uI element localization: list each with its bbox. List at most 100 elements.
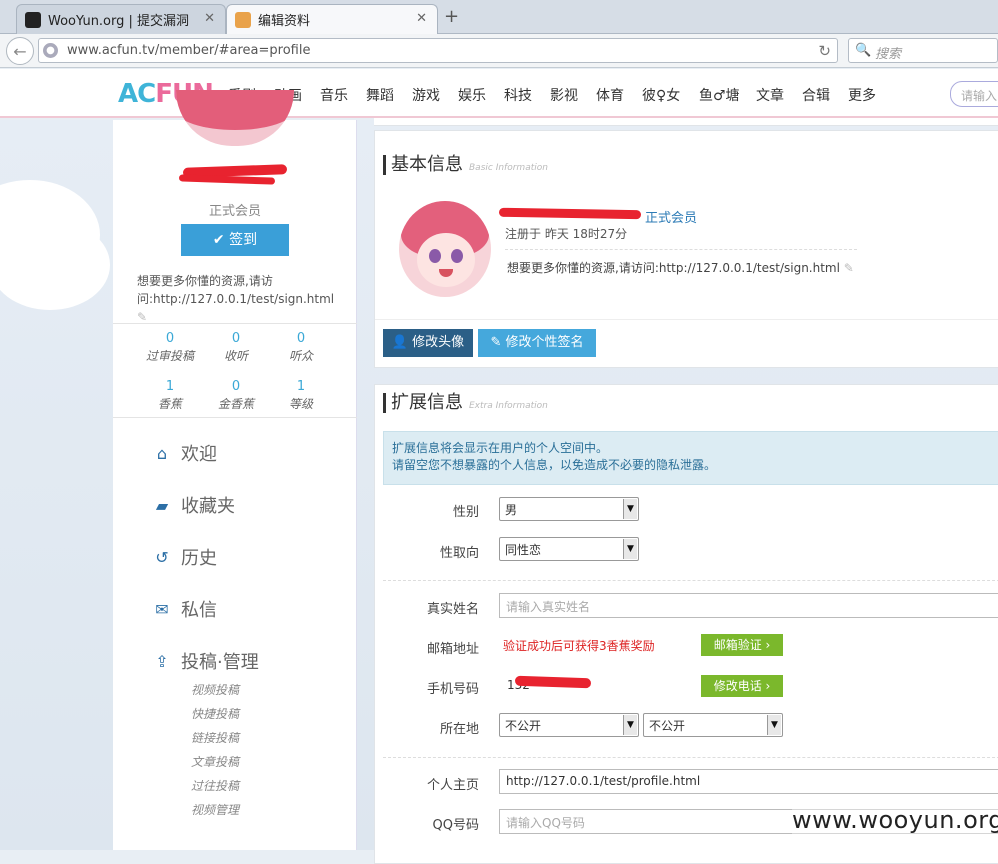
nav-item[interactable]: 影视 xyxy=(550,85,578,105)
tab-wooyun[interactable]: WooYun.org | 提交漏洞 ✕ xyxy=(16,4,226,34)
privacy-notice: 扩展信息将会显示在用户的个人空间中。 请留空您不想暴露的个人信息，以免造成不必要… xyxy=(383,431,998,485)
redacted-username xyxy=(178,174,276,185)
submenu-video-manage[interactable]: 视频管理 xyxy=(191,801,239,818)
submenu-link-submit[interactable]: 链接投稿 xyxy=(191,729,239,746)
new-tab-icon[interactable]: + xyxy=(444,6,459,27)
orientation-select[interactable]: 同性恋 ▼ xyxy=(499,537,639,561)
avatar-hair xyxy=(176,90,294,130)
browser-nav-bar: ← ● www.acfun.tv/member/#area=profile ↻ … xyxy=(0,34,998,68)
change-avatar-button[interactable]: 👤 修改头像 xyxy=(383,329,473,357)
address-bar[interactable]: ● www.acfun.tv/member/#area=profile ↻ xyxy=(38,38,838,63)
verify-email-button[interactable]: 邮箱验证 › xyxy=(701,634,783,656)
section-subtitle: Extra Information xyxy=(469,401,548,411)
close-icon[interactable]: ✕ xyxy=(204,11,215,26)
stat-value: 0 xyxy=(165,331,175,346)
nav-item[interactable]: 音乐 xyxy=(320,85,348,105)
select-value: 男 xyxy=(505,503,518,517)
edit-icon[interactable]: ✎ xyxy=(844,261,854,275)
sign-in-button[interactable]: ✔ 签到 xyxy=(181,224,289,256)
submenu-article-submit[interactable]: 文章投稿 xyxy=(191,753,239,770)
submenu-past-submissions[interactable]: 过往投稿 xyxy=(191,777,239,794)
sign-in-label: 签到 xyxy=(229,232,258,248)
nav-item[interactable]: 舞蹈 xyxy=(366,85,394,105)
wooyun-favicon-icon xyxy=(25,11,41,28)
stat-label: 等级 xyxy=(288,397,313,411)
divider xyxy=(505,249,857,250)
stat-level: 1 等级 xyxy=(266,379,336,412)
user-icon: 👤 xyxy=(391,335,413,350)
nav-item[interactable]: 更多 xyxy=(848,85,876,105)
divider xyxy=(113,417,357,418)
change-signature-button[interactable]: ✎ 修改个性签名 xyxy=(478,329,596,357)
realname-input[interactable]: 请输入真实姓名 xyxy=(499,593,998,618)
change-phone-button[interactable]: 修改电话 › xyxy=(701,675,783,697)
sidebar-item-label: 欢迎 xyxy=(181,444,217,465)
back-arrow-icon[interactable]: ← xyxy=(6,37,34,65)
nav-item[interactable]: 娱乐 xyxy=(458,85,486,105)
history-icon: ↺ xyxy=(155,547,169,567)
divider xyxy=(375,319,998,320)
user-rank: 正式会员 xyxy=(645,211,698,226)
tab-title: WooYun.org | 提交漏洞 xyxy=(48,14,190,29)
reload-icon[interactable]: ↻ xyxy=(818,42,831,60)
stat-value: 1 xyxy=(165,379,175,394)
login-input[interactable]: 请输入 xyxy=(950,81,998,107)
edit-icon[interactable]: ✎ xyxy=(137,310,147,324)
sidebar-item-favorites[interactable]: ▰ 收藏夹 xyxy=(151,492,235,518)
stat-approved[interactable]: 0 过审投稿 xyxy=(135,331,205,364)
submenu-quick-submit[interactable]: 快捷投稿 xyxy=(191,705,239,722)
divider xyxy=(383,580,998,581)
sidebar-item-submissions[interactable]: ⇪ 投稿·管理 xyxy=(151,648,258,674)
nav-item[interactable]: 文章 xyxy=(756,85,784,105)
homepage-input[interactable]: http://127.0.0.1/test/profile.html xyxy=(499,769,998,794)
upload-icon: ⇪ xyxy=(155,651,169,671)
email-label: 邮箱地址 xyxy=(426,642,479,657)
site-header: ACFUN 番剧 动画 音乐 舞蹈 游戏 娱乐 科技 影视 体育 彼♀女 鱼♂塘… xyxy=(0,69,998,118)
sidebar-avatar[interactable] xyxy=(176,90,294,146)
gender-select[interactable]: 男 ▼ xyxy=(499,497,639,521)
acfun-favicon-icon xyxy=(235,11,251,28)
notice-line: 请留空您不想暴露的个人信息，以免造成不必要的隐私泄露。 xyxy=(392,458,717,472)
location-label: 所在地 xyxy=(439,722,479,737)
city-select[interactable]: 不公开 ▼ xyxy=(643,713,783,737)
extra-info-card: 扩展信息 Extra Information 扩展信息将会显示在用户的个人空间中。… xyxy=(374,384,998,864)
edit-icon: ✎ xyxy=(490,335,506,350)
sidebar-item-history[interactable]: ↺ 历史 xyxy=(151,544,217,570)
submenu-video-submit[interactable]: 视频投稿 xyxy=(191,681,239,698)
stat-label: 金香蕉 xyxy=(217,397,254,411)
url-text[interactable]: www.acfun.tv/member/#area=profile xyxy=(67,43,310,58)
chevron-down-icon: ▼ xyxy=(623,715,637,735)
registration-date: 注册于 昨天 18时27分 xyxy=(505,227,628,241)
stat-banana: 1 香蕉 xyxy=(135,379,205,412)
profile-avatar[interactable] xyxy=(399,201,491,297)
avatar-eye xyxy=(451,249,463,263)
stat-label: 收听 xyxy=(223,349,248,363)
province-select[interactable]: 不公开 ▼ xyxy=(499,713,639,737)
stat-label: 香蕉 xyxy=(157,397,182,411)
sidebar-item-messages[interactable]: ✉ 私信 xyxy=(151,596,217,622)
sidebar-item-label: 私信 xyxy=(181,600,217,621)
stat-value: 0 xyxy=(296,331,306,346)
stat-following[interactable]: 0 收听 xyxy=(201,331,271,364)
sidebar-item-welcome[interactable]: ⌂ 欢迎 xyxy=(151,440,217,466)
close-icon[interactable]: ✕ xyxy=(416,11,427,26)
signature-text: 想要更多你懂的资源,请访问:http://127.0.0.1/test/sign… xyxy=(507,261,840,275)
stat-value: 0 xyxy=(231,331,241,346)
nav-item[interactable]: 游戏 xyxy=(412,85,440,105)
divider xyxy=(113,323,357,324)
nav-item[interactable]: 体育 xyxy=(596,85,624,105)
nav-item[interactable]: 彼♀女 xyxy=(642,85,680,105)
divider xyxy=(383,757,998,758)
nav-item[interactable]: 合辑 xyxy=(802,85,830,105)
avatar-eye xyxy=(429,249,441,263)
folder-icon: ▰ xyxy=(155,495,169,515)
notice-line: 扩展信息将会显示在用户的个人空间中。 xyxy=(392,441,609,455)
stat-label: 听众 xyxy=(288,349,313,363)
nav-item[interactable]: 科技 xyxy=(504,85,532,105)
stat-followers[interactable]: 0 听众 xyxy=(266,331,336,364)
select-value: 不公开 xyxy=(505,719,542,733)
tab-edit-profile[interactable]: 编辑资料 ✕ xyxy=(226,4,438,34)
realname-label: 真实姓名 xyxy=(426,602,479,617)
browser-search-box[interactable]: 🔍 搜索 xyxy=(848,38,998,63)
nav-item[interactable]: 鱼♂塘 xyxy=(699,85,740,105)
